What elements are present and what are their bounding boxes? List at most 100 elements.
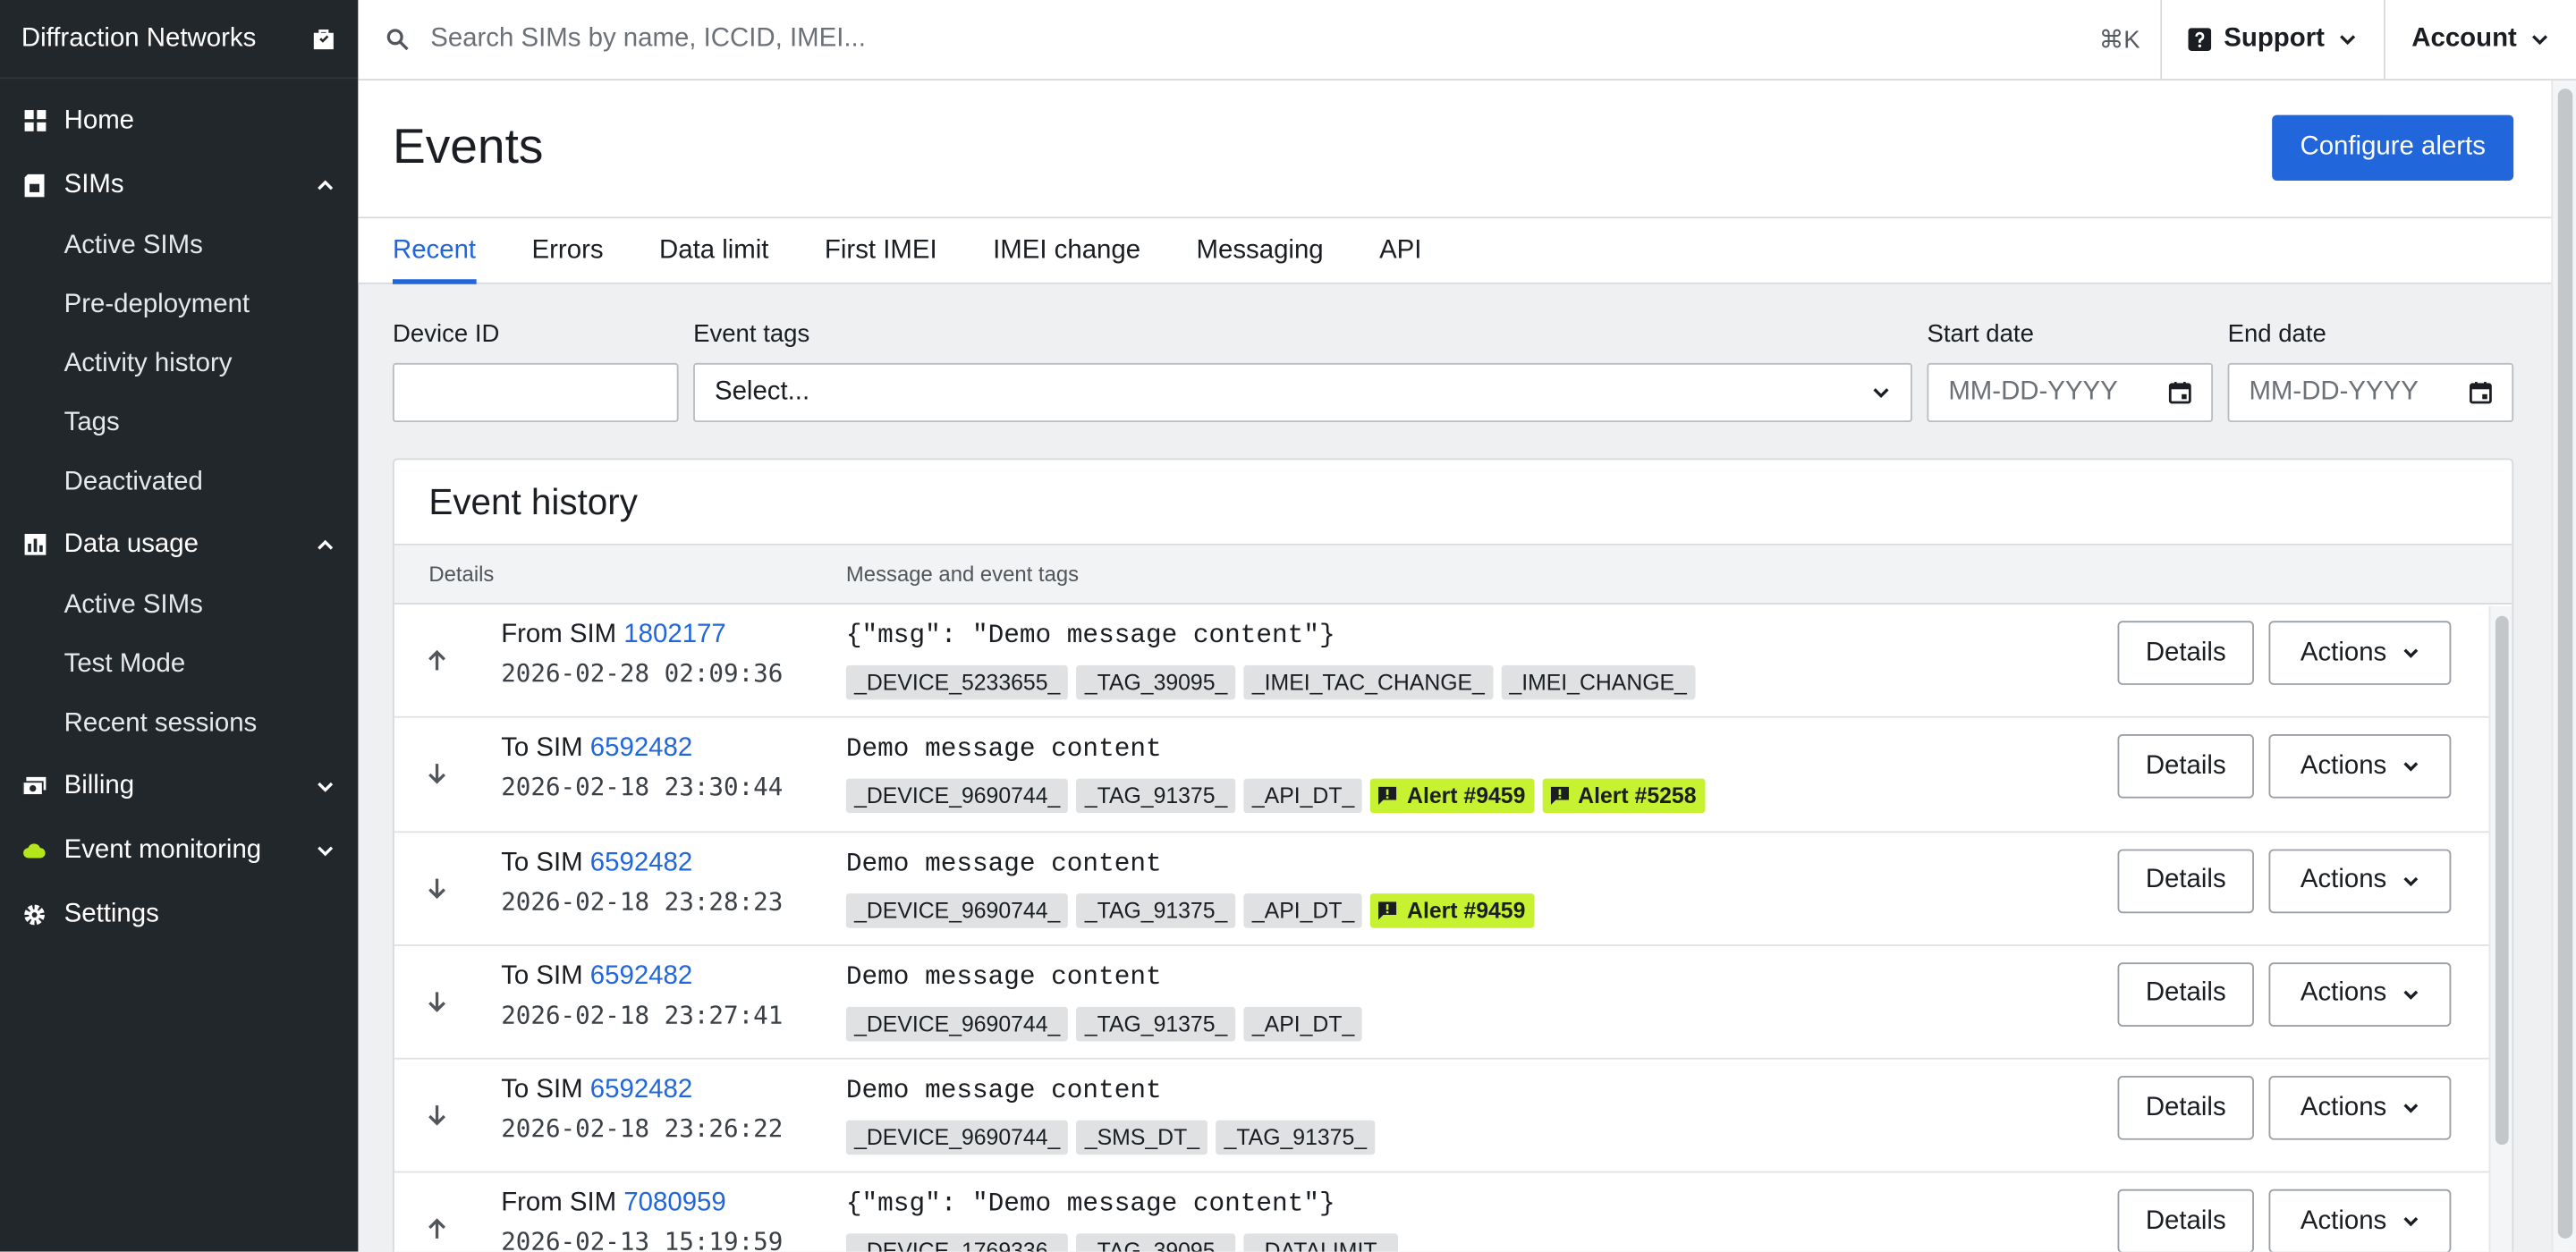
event-tag: _API_DT_ xyxy=(1243,892,1363,927)
tab-data-limit[interactable]: Data limit xyxy=(659,218,768,283)
table-row: From SIM 1802177 2026-02-28 02:09:36 {"msg… xyxy=(394,605,2489,719)
chevron-down-icon xyxy=(2402,876,2418,886)
details-button[interactable]: Details xyxy=(2117,848,2254,913)
sidebar-item-active-sims[interactable]: Active SIMs xyxy=(0,216,358,275)
details-button[interactable]: Details xyxy=(2117,1189,2254,1252)
calendar-icon[interactable] xyxy=(2168,381,2191,404)
details-button[interactable]: Details xyxy=(2117,1076,2254,1141)
sidebar-item-recent-sessions[interactable]: Recent sessions xyxy=(0,695,358,754)
actions-button[interactable]: Actions xyxy=(2268,848,2452,913)
event-tag: _DEVICE_5233655_ xyxy=(845,664,1069,700)
tab-recent[interactable]: Recent xyxy=(392,218,476,284)
details-button[interactable]: Details xyxy=(2117,734,2254,799)
sim-link[interactable]: 6592482 xyxy=(590,849,692,876)
sidebar-item-event-monitoring[interactable]: Event monitoring xyxy=(0,818,358,883)
details-button[interactable]: Details xyxy=(2117,621,2254,685)
sidebar-item-pre-deployment[interactable]: Pre-deployment xyxy=(0,276,358,335)
sim-direction-prefix: To SIM xyxy=(501,734,590,763)
sim-direction: To SIM 6592482 xyxy=(501,1076,692,1105)
chevron-down-icon xyxy=(1873,388,1889,398)
chevron-down-icon xyxy=(318,845,334,856)
event-tag: _DEVICE_9690744_ xyxy=(845,892,1069,927)
sim-link[interactable]: 7080959 xyxy=(623,1190,725,1218)
configure-alerts-button[interactable]: Configure alerts xyxy=(2272,114,2514,182)
sim-link[interactable]: 6592482 xyxy=(590,1076,692,1104)
sidebar-item-home[interactable]: Home xyxy=(0,89,358,153)
sidebar-item-data-usage[interactable]: Data usage xyxy=(0,512,358,577)
sim-direction: From SIM 1802177 xyxy=(501,621,726,650)
alert-icon xyxy=(1378,787,1398,806)
end-date-input[interactable]: MM-DD-YYYY xyxy=(2227,362,2514,423)
alert-tag[interactable]: Alert #9459 xyxy=(1370,779,1534,814)
sim-link[interactable]: 6592482 xyxy=(590,962,692,990)
sim-link[interactable]: 1802177 xyxy=(623,621,725,648)
tab-api[interactable]: API xyxy=(1379,218,1421,283)
actions-button[interactable]: Actions xyxy=(2268,1076,2452,1141)
account-menu-button[interactable]: Account xyxy=(2384,0,2576,80)
event-message: {"msg": "Demo message content"} xyxy=(845,1189,1335,1220)
tab-imei-change[interactable]: IMEI change xyxy=(993,218,1140,283)
actions-button[interactable]: Actions xyxy=(2268,734,2452,799)
sidebar-item-settings[interactable]: Settings xyxy=(0,882,358,946)
actions-button[interactable]: Actions xyxy=(2268,621,2452,685)
search-bar: ⌘K xyxy=(358,0,2159,79)
arrow-down-icon xyxy=(428,1105,445,1126)
tab-messaging[interactable]: Messaging xyxy=(1197,218,1324,283)
sim-link[interactable]: 6592482 xyxy=(590,735,692,763)
column-header-details: Details xyxy=(428,562,495,587)
details-button[interactable]: Details xyxy=(2117,962,2254,1027)
event-message: Demo message content xyxy=(845,962,1162,993)
event-timestamp: 2026-02-18 23:26:22 xyxy=(501,1113,784,1144)
event-timestamp: 2026-02-18 23:28:23 xyxy=(501,886,784,917)
page-scrollbar[interactable] xyxy=(2551,80,2576,1252)
device-id-input[interactable] xyxy=(392,362,679,423)
arrow-up-icon xyxy=(428,1219,445,1239)
search-input[interactable] xyxy=(430,24,2099,55)
support-menu-button[interactable]: Support xyxy=(2159,0,2384,80)
event-tags: _DEVICE_5233655_ _TAG_39095_ _IMEI_TAC_CHA… xyxy=(845,664,1696,700)
sidebar-item-activity-history[interactable]: Activity history xyxy=(0,335,358,394)
account-label: Account xyxy=(2411,24,2517,53)
actions-button[interactable]: Actions xyxy=(2268,1189,2452,1252)
event-tag: _TAG_91375_ xyxy=(1216,1120,1376,1155)
money-icon xyxy=(22,774,47,798)
event-tags-select[interactable]: Select... xyxy=(693,362,1912,423)
actions-label: Actions xyxy=(2300,1093,2387,1121)
event-tag: _DATALIMIT_ xyxy=(1243,1234,1398,1252)
event-tags: _DEVICE_9690744_ _TAG_91375_ _API_DT_ Alert… xyxy=(845,892,1534,927)
table-scrollbar[interactable] xyxy=(2488,605,2512,1252)
sidebar-item-deactivated[interactable]: Deactivated xyxy=(0,453,358,512)
start-date-input[interactable]: MM-DD-YYYY xyxy=(1927,362,2214,423)
filters: Device ID Event tags Select... Start dat… xyxy=(358,284,2551,461)
chevron-down-icon xyxy=(2402,1104,2418,1113)
sidebar-item-label: Home xyxy=(64,106,135,134)
chevron-down-icon xyxy=(2402,648,2418,658)
org-switcher[interactable]: Diffraction Networks xyxy=(0,0,359,80)
event-history-title: Event history xyxy=(394,460,2512,546)
chevron-up-icon xyxy=(318,538,334,549)
alert-icon xyxy=(1549,787,1569,806)
table-scrollbar-thumb[interactable] xyxy=(2495,615,2509,1146)
sidebar-item-label: Event monitoring xyxy=(64,834,262,864)
alert-tag[interactable]: Alert #5258 xyxy=(1541,779,1705,814)
sim-direction-prefix: To SIM xyxy=(501,962,590,991)
sidebar-item-tags[interactable]: Tags xyxy=(0,394,358,453)
page-scrollbar-thumb[interactable] xyxy=(2557,89,2573,1239)
event-tags-label: Event tags xyxy=(693,320,810,349)
sidebar-item-sims[interactable]: SIMs xyxy=(0,153,358,217)
calendar-icon[interactable] xyxy=(2470,381,2493,404)
sim-direction: To SIM 6592482 xyxy=(501,735,692,765)
alert-tag[interactable]: Alert #9459 xyxy=(1370,892,1534,927)
sidebar-item-data-active-sims[interactable]: Active SIMs xyxy=(0,577,358,636)
tab-first-imei[interactable]: First IMEI xyxy=(825,218,937,283)
event-tag: _TAG_39095_ xyxy=(1076,664,1236,700)
tab-errors[interactable]: Errors xyxy=(532,218,604,283)
chevron-down-icon xyxy=(2532,35,2548,46)
sidebar-item-test-mode[interactable]: Test Mode xyxy=(0,636,358,695)
help-icon xyxy=(2187,28,2211,51)
sidebar-item-billing[interactable]: Billing xyxy=(0,754,358,818)
sim-direction-prefix: To SIM xyxy=(501,848,590,877)
actions-button[interactable]: Actions xyxy=(2268,962,2452,1027)
end-date-placeholder: MM-DD-YYYY xyxy=(2249,377,2419,406)
cloud-icon xyxy=(23,839,47,862)
